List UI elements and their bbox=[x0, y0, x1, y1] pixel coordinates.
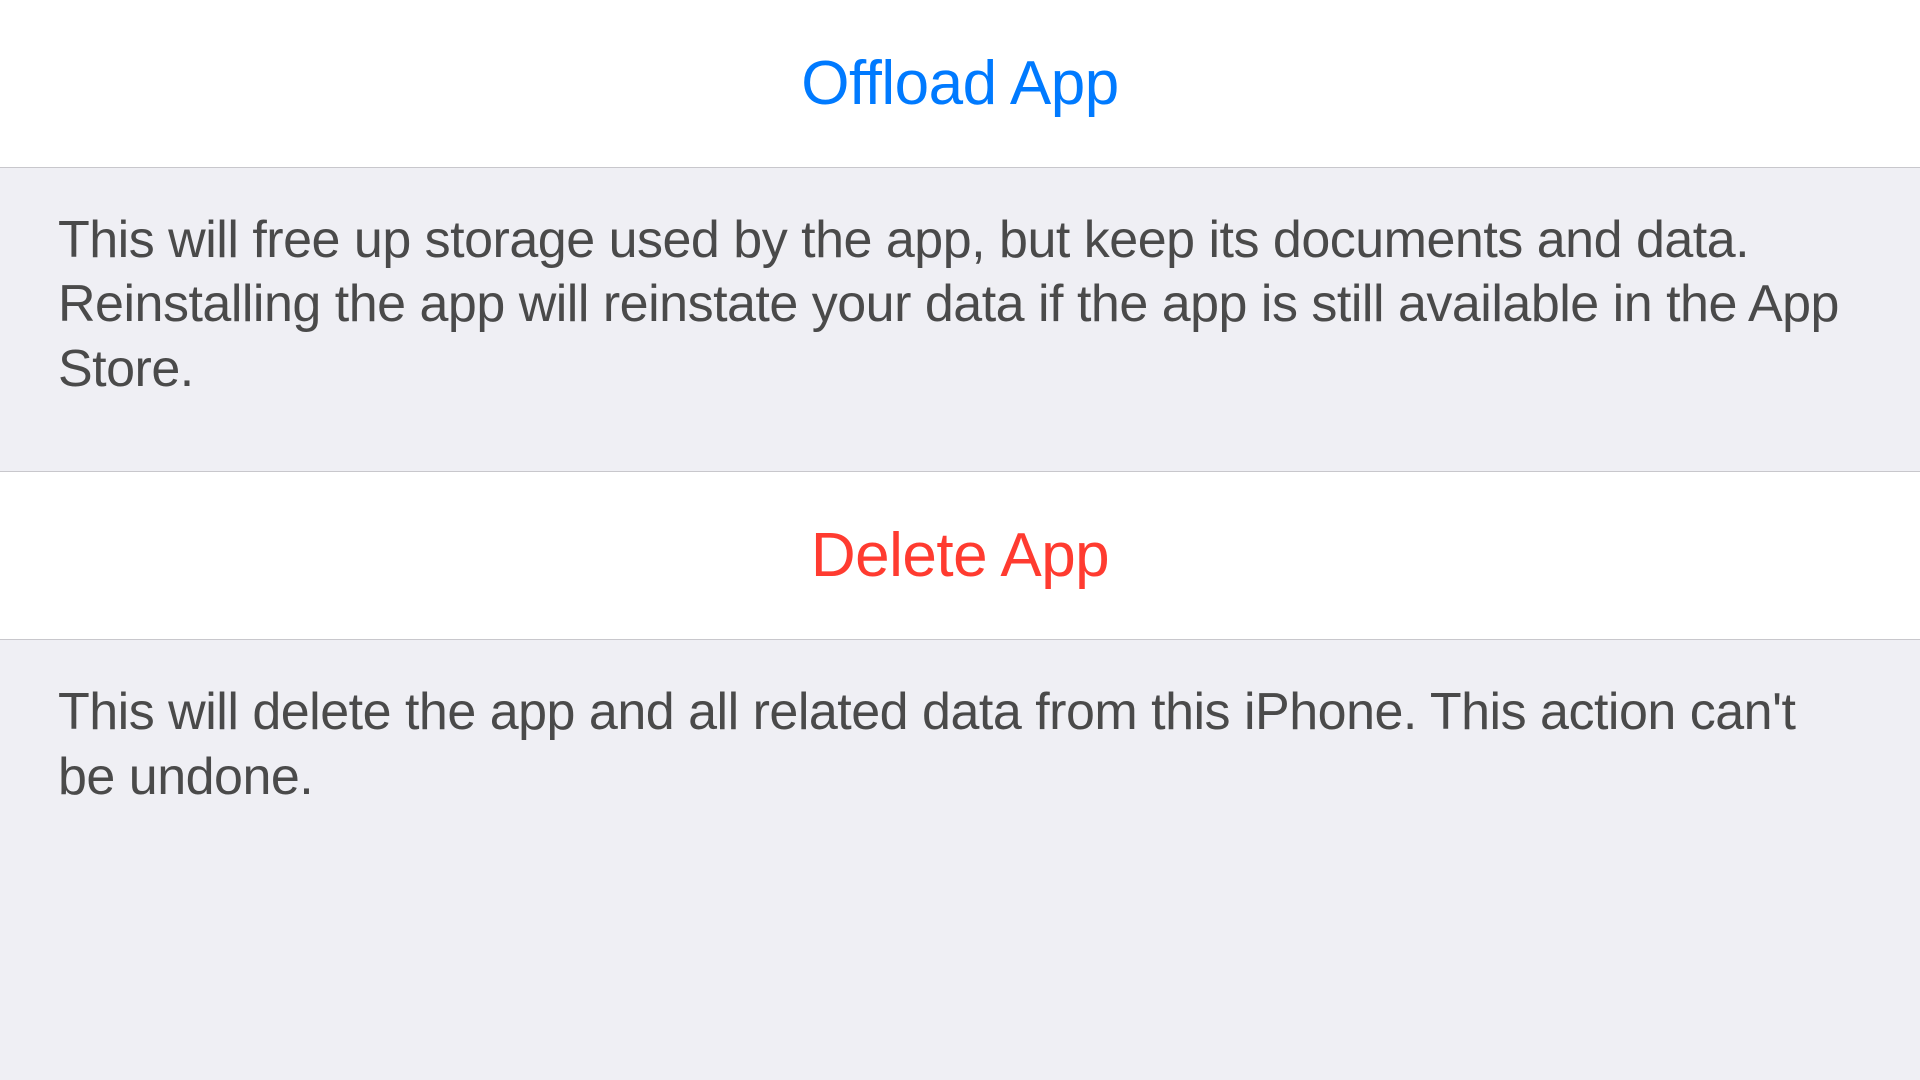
offload-app-description: This will free up storage used by the ap… bbox=[0, 168, 1920, 471]
offload-app-label: Offload App bbox=[801, 49, 1118, 118]
delete-app-description: This will delete the app and all related… bbox=[0, 640, 1920, 909]
delete-app-button[interactable]: Delete App bbox=[0, 471, 1920, 640]
offload-app-button[interactable]: Offload App bbox=[0, 0, 1920, 168]
delete-app-label: Delete App bbox=[811, 521, 1109, 590]
app-storage-settings: Offload App This will free up storage us… bbox=[0, 0, 1920, 909]
